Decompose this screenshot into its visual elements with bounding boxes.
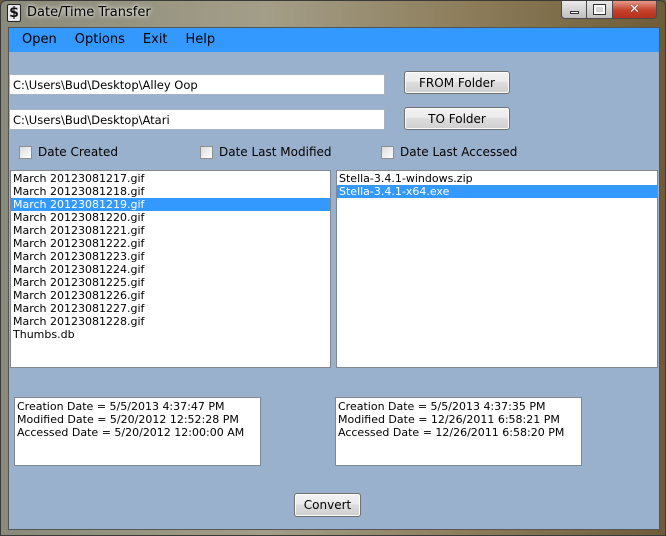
date-modified-checkbox[interactable]: Date Last Modified: [200, 145, 332, 159]
from-list-item[interactable]: Thumbs.db: [11, 328, 330, 341]
info-line: Creation Date = 5/5/2013 4:37:47 PM: [17, 400, 225, 413]
from-list-item[interactable]: March 20123081228.gif: [11, 315, 330, 328]
window-title: Date/Time Transfer: [27, 5, 151, 20]
checkbox-box[interactable]: [381, 145, 394, 159]
to-file-list[interactable]: Stella-3.4.1-windows.zip Stella-3.4.1-x64…: [336, 170, 658, 368]
to-list-item[interactable]: Stella-3.4.1-windows.zip: [337, 172, 657, 185]
convert-button[interactable]: Convert: [294, 493, 361, 517]
info-line: Creation Date = 5/5/2013 4:37:35 PM: [338, 400, 546, 413]
date-accessed-label: Date Last Accessed: [400, 145, 518, 159]
client-area: Open Options Exit Help FROM Folder TO Fo…: [8, 27, 660, 530]
from-list-item[interactable]: March 20123081219.gif: [11, 198, 330, 211]
caption-buttons: ✕: [561, 1, 657, 19]
date-accessed-checkbox[interactable]: Date Last Accessed: [381, 145, 517, 159]
from-path-input[interactable]: [9, 74, 385, 95]
from-list-item[interactable]: March 20123081225.gif: [11, 276, 330, 289]
close-button[interactable]: ✕: [613, 1, 657, 19]
app-window: $ Date/Time Transfer ✕ Open Options Exit…: [0, 0, 666, 536]
minimize-icon: [569, 11, 579, 14]
info-line: Accessed Date = 5/20/2012 12:00:00 AM: [17, 426, 245, 439]
menu-help[interactable]: Help: [177, 28, 225, 52]
checkbox-box[interactable]: [200, 145, 213, 159]
info-line: Modified Date = 5/20/2012 12:52:28 PM: [17, 413, 239, 426]
from-list-item[interactable]: March 20123081227.gif: [11, 302, 330, 315]
to-file-info: Creation Date = 5/5/2013 4:37:35 PM Modif…: [335, 397, 582, 466]
to-folder-button[interactable]: TO Folder: [404, 107, 510, 130]
from-list-item[interactable]: March 20123081221.gif: [11, 224, 330, 237]
date-created-checkbox[interactable]: Date Created: [19, 145, 118, 159]
from-list-item[interactable]: March 20123081223.gif: [11, 250, 330, 263]
to-path-input[interactable]: [9, 109, 385, 130]
menu-options[interactable]: Options: [66, 28, 134, 52]
from-list-item[interactable]: March 20123081222.gif: [11, 237, 330, 250]
from-list-item[interactable]: March 20123081224.gif: [11, 263, 330, 276]
from-list-item[interactable]: March 20123081218.gif: [11, 185, 330, 198]
to-list-item[interactable]: Stella-3.4.1-x64.exe: [337, 185, 657, 198]
minimize-button[interactable]: [561, 1, 587, 19]
from-file-list[interactable]: March 20123081217.gif March 20123081218.g…: [10, 170, 331, 368]
info-line: Accessed Date = 12/26/2011 6:58:20 PM: [338, 426, 565, 439]
menu-bar: Open Options Exit Help: [9, 28, 659, 52]
maximize-icon: [593, 4, 606, 15]
close-icon: ✕: [629, 1, 640, 17]
from-folder-button[interactable]: FROM Folder: [404, 71, 510, 94]
title-bar[interactable]: $ Date/Time Transfer ✕: [1, 1, 665, 27]
info-line: Modified Date = 12/26/2011 6:58:21 PM: [338, 413, 560, 426]
from-file-info: Creation Date = 5/5/2013 4:37:47 PM Modif…: [14, 397, 261, 466]
menu-exit[interactable]: Exit: [134, 28, 177, 52]
checkbox-box[interactable]: [19, 145, 32, 159]
from-list-item[interactable]: March 20123081220.gif: [11, 211, 330, 224]
menu-open[interactable]: Open: [13, 28, 66, 52]
app-icon[interactable]: $: [7, 4, 21, 22]
from-list-item[interactable]: March 20123081226.gif: [11, 289, 330, 302]
maximize-button[interactable]: [587, 1, 613, 19]
date-modified-label: Date Last Modified: [219, 145, 332, 159]
from-list-item[interactable]: March 20123081217.gif: [11, 172, 330, 185]
date-created-label: Date Created: [38, 145, 118, 159]
